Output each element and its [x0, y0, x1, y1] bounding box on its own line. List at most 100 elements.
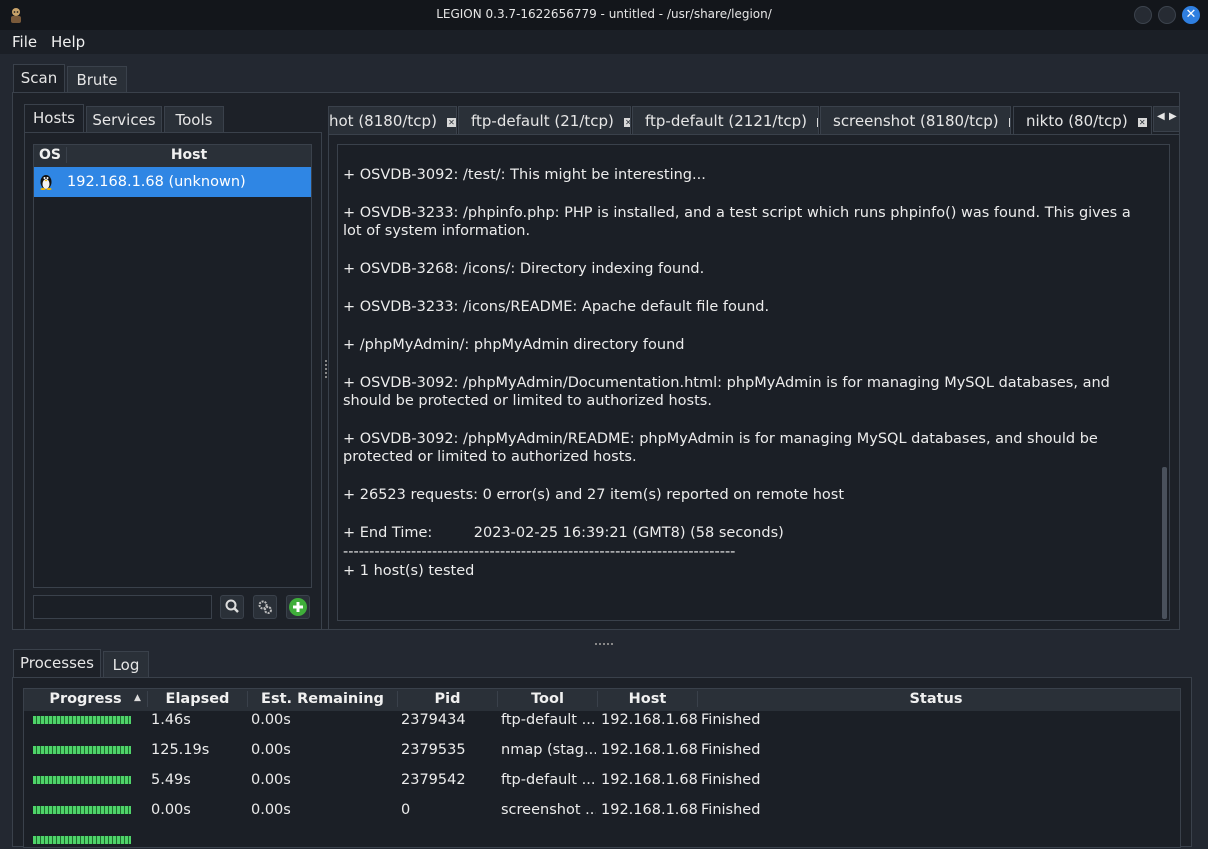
column-pid[interactable]: Pid	[398, 691, 498, 707]
output-line: + /phpMyAdmin/: phpMyAdmin directory fou…	[343, 337, 685, 353]
linux-penguin-icon	[40, 175, 52, 190]
menu-file[interactable]: File	[12, 33, 37, 51]
maximize-button[interactable]	[1158, 6, 1176, 24]
tab-tool-4[interactable]: screenshot (8180/tcp) ✕	[820, 106, 1011, 134]
host-cell: 192.168.1.68	[601, 772, 698, 788]
remaining-cell: 0.00s	[251, 742, 291, 758]
tab-tool-3[interactable]: ftp-default (2121/tcp) ✕	[632, 106, 819, 134]
progress-bar	[33, 836, 131, 844]
tab-services[interactable]: Services	[86, 106, 162, 132]
remaining-cell: 0.00s	[251, 712, 291, 728]
host-filter-input[interactable]	[33, 595, 212, 619]
tool-cell: ftp-default ...	[501, 772, 596, 788]
progress-bar	[33, 776, 131, 784]
status-cell: Finished	[701, 772, 761, 788]
close-tab-icon[interactable]: ✕	[816, 118, 818, 127]
horizontal-splitter[interactable]	[595, 643, 613, 645]
column-host[interactable]: Host	[66, 147, 311, 163]
remaining-cell: 0.00s	[251, 802, 291, 818]
host-table-header: OS Host	[34, 145, 311, 167]
table-row[interactable]: 1.46s 0.00s 2379434 ftp-default ... 192.…	[24, 711, 1174, 736]
tab-scroll-buttons: ◀ ▶	[1153, 106, 1180, 132]
vertical-splitter[interactable]	[325, 360, 327, 378]
processes-body: 1.46s 0.00s 2379434 ftp-default ... 192.…	[24, 711, 1180, 849]
scroll-right-icon[interactable]: ▶	[1169, 111, 1177, 122]
close-tab-icon[interactable]: ✕	[1008, 118, 1010, 127]
minimize-button[interactable]	[1134, 6, 1152, 24]
progress-bar	[33, 716, 131, 724]
sort-ascending-icon: ▲	[134, 693, 141, 703]
host-row[interactable]: 192.168.1.68 (unknown)	[34, 167, 311, 197]
elapsed-cell: 1.46s	[151, 712, 191, 728]
column-os[interactable]: OS	[39, 147, 61, 163]
tab-nikto[interactable]: nikto (80/tcp) ✕	[1013, 106, 1152, 134]
tab-processes[interactable]: Processes	[13, 649, 101, 677]
progress-bar	[33, 806, 131, 814]
column-est-remaining[interactable]: Est. Remaining	[248, 691, 398, 707]
elapsed-cell: 125.19s	[151, 742, 210, 758]
pid-cell: 2379535	[401, 742, 466, 758]
processes-table: Progress ▲ Elapsed Est. Remaining Pid To…	[23, 688, 1181, 848]
pid-cell: 2379434	[401, 712, 466, 728]
output-line: + OSVDB-3092: /phpMyAdmin/Documentation.…	[343, 375, 1110, 409]
scroll-left-icon[interactable]: ◀	[1157, 111, 1165, 122]
column-elapsed[interactable]: Elapsed	[148, 691, 248, 707]
tab-log[interactable]: Log	[103, 651, 149, 677]
tab-tools[interactable]: Tools	[164, 106, 224, 132]
tab-brute[interactable]: Brute	[67, 66, 127, 92]
host-address: 192.168.1.68 (unknown)	[67, 174, 246, 190]
status-cell: Finished	[701, 802, 761, 818]
remaining-cell: 0.00s	[251, 772, 291, 788]
output-line: + 26523 requests: 0 error(s) and 27 item…	[343, 487, 845, 503]
add-host-button[interactable]	[286, 595, 310, 619]
output-line: + End Time: 2023-02-25 16:39:21 (GMT8) (…	[343, 525, 784, 541]
tool-cell: screenshot ...	[501, 802, 596, 818]
tab-tool-2[interactable]: ftp-default (21/tcp) ✕	[458, 106, 631, 134]
output-line: + OSVDB-3092: /phpMyAdmin/README: phpMyA…	[343, 431, 1098, 465]
close-tab-icon[interactable]: ✕	[623, 118, 630, 127]
table-row[interactable]: 5.49s 0.00s 2379542 ftp-default ... 192.…	[24, 766, 1174, 796]
column-host[interactable]: Host	[598, 691, 698, 707]
close-tab-icon[interactable]: ✕	[1137, 118, 1147, 127]
tab-tool-1[interactable]: hot (8180/tcp) ✕	[328, 106, 457, 134]
output-line: + OSVDB-3233: /icons/README: Apache defa…	[343, 299, 770, 315]
menu-bar: File Help	[0, 30, 1208, 54]
window-title: LEGION 0.3.7-1622656779 - untitled - /us…	[436, 7, 772, 21]
close-tab-icon[interactable]: ✕	[446, 118, 456, 127]
tab-tool-label: hot (8180/tcp)	[329, 112, 437, 130]
close-icon: ✕	[1185, 7, 1197, 22]
tab-scan[interactable]: Scan	[13, 64, 65, 92]
tab-tool-label: ftp-default (21/tcp)	[471, 112, 614, 130]
status-cell: Finished	[701, 712, 761, 728]
output-line: ----------------------------------------…	[343, 544, 736, 560]
output-scrollbar[interactable]	[1162, 467, 1167, 619]
output-line: + OSVDB-3092: /test/: This might be inte…	[343, 167, 706, 183]
menu-help[interactable]: Help	[51, 33, 85, 51]
tab-tool-label: screenshot (8180/tcp)	[833, 112, 999, 130]
pid-cell: 2379542	[401, 772, 466, 788]
table-row-partial[interactable]	[24, 826, 1174, 849]
table-row[interactable]: 0.00s 0.00s 0 screenshot ... 192.168.1.6…	[24, 796, 1174, 826]
tool-output-text[interactable]: + OSVDB-3092: /test/: This might be inte…	[337, 144, 1170, 621]
gears-icon	[258, 600, 272, 614]
close-button[interactable]: ✕	[1182, 6, 1200, 24]
table-row[interactable]: 125.19s 0.00s 2379535 nmap (stag... 192.…	[24, 736, 1174, 766]
tool-cell: ftp-default ...	[501, 712, 596, 728]
host-table: OS Host 192.168.1.68 (unknown)	[33, 144, 312, 588]
tab-tool-label: ftp-default (2121/tcp)	[645, 112, 807, 130]
tab-hosts[interactable]: Hosts	[24, 104, 84, 132]
tool-cell: nmap (stag...	[501, 742, 596, 758]
search-icon	[225, 599, 239, 613]
settings-button[interactable]	[253, 595, 277, 619]
output-line: + 1 host(s) tested	[343, 563, 475, 579]
host-cell: 192.168.1.68	[601, 802, 698, 818]
host-cell: 192.168.1.68	[601, 712, 698, 728]
status-cell: Finished	[701, 742, 761, 758]
search-button[interactable]	[220, 595, 244, 619]
processes-header: Progress ▲ Elapsed Est. Remaining Pid To…	[24, 689, 1180, 711]
column-status[interactable]: Status	[698, 691, 1174, 707]
column-tool[interactable]: Tool	[498, 691, 598, 707]
pid-cell: 0	[401, 802, 411, 818]
add-icon	[289, 598, 307, 616]
column-progress[interactable]: Progress	[24, 691, 148, 707]
